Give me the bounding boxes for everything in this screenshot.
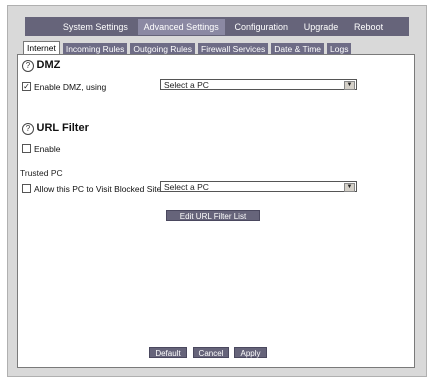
- url-filter-help-icon[interactable]: ?: [22, 123, 34, 135]
- url-filter-title: URL Filter: [36, 122, 89, 134]
- apply-button[interactable]: Apply: [234, 347, 267, 358]
- trusted-pc-label: Allow this PC to Visit Blocked Sites: [34, 183, 166, 194]
- dmz-pc-select[interactable]: Select a PC ▼: [160, 79, 357, 90]
- dmz-header: ? DMZ: [22, 59, 60, 72]
- nav-advanced-settings[interactable]: Advanced Settings: [137, 18, 225, 35]
- dmz-enable-label: Enable DMZ, using: [34, 81, 107, 92]
- cancel-button[interactable]: Cancel: [193, 347, 229, 358]
- url-filter-enable-label: Enable: [34, 143, 61, 154]
- dmz-enable-checkbox[interactable]: ✓: [22, 82, 31, 92]
- trusted-pc-checkbox[interactable]: [22, 184, 31, 194]
- url-filter-header: ? URL Filter: [22, 122, 89, 135]
- trusted-pc-select[interactable]: Select a PC ▼: [160, 181, 357, 192]
- trusted-pc-row: Allow this PC to Visit Blocked Sites: [22, 183, 166, 194]
- top-navigation: System Settings Advanced Settings Config…: [25, 17, 409, 36]
- edit-url-filter-list-button[interactable]: Edit URL Filter List: [166, 210, 260, 221]
- nav-upgrade[interactable]: Upgrade: [298, 19, 345, 35]
- dmz-enable-row: ✓ Enable DMZ, using: [22, 81, 106, 92]
- nav-reboot[interactable]: Reboot: [348, 19, 389, 35]
- tab-internet[interactable]: Internet: [23, 41, 60, 55]
- dmz-title: DMZ: [36, 59, 61, 71]
- tab-bar: Internet Incoming Rules Outgoing Rules F…: [23, 41, 354, 55]
- url-filter-enable-checkbox[interactable]: [22, 144, 31, 154]
- dropdown-arrow-icon: ▼: [344, 183, 355, 192]
- dropdown-arrow-icon: ▼: [344, 81, 355, 90]
- default-button[interactable]: Default: [149, 347, 187, 358]
- dmz-help-icon[interactable]: ?: [22, 60, 34, 72]
- trusted-pc-select-value: Select a PC: [164, 182, 209, 192]
- url-filter-enable-row: Enable: [22, 143, 60, 154]
- trusted-pc-heading: Trusted PC: [20, 168, 63, 178]
- dmz-pc-select-value: Select a PC: [164, 80, 209, 90]
- content-panel: ? DMZ ✓ Enable DMZ, using Select a PC ▼ ?…: [17, 54, 415, 368]
- nav-system-settings[interactable]: System Settings: [57, 19, 134, 35]
- nav-configuration[interactable]: Configuration: [228, 19, 294, 35]
